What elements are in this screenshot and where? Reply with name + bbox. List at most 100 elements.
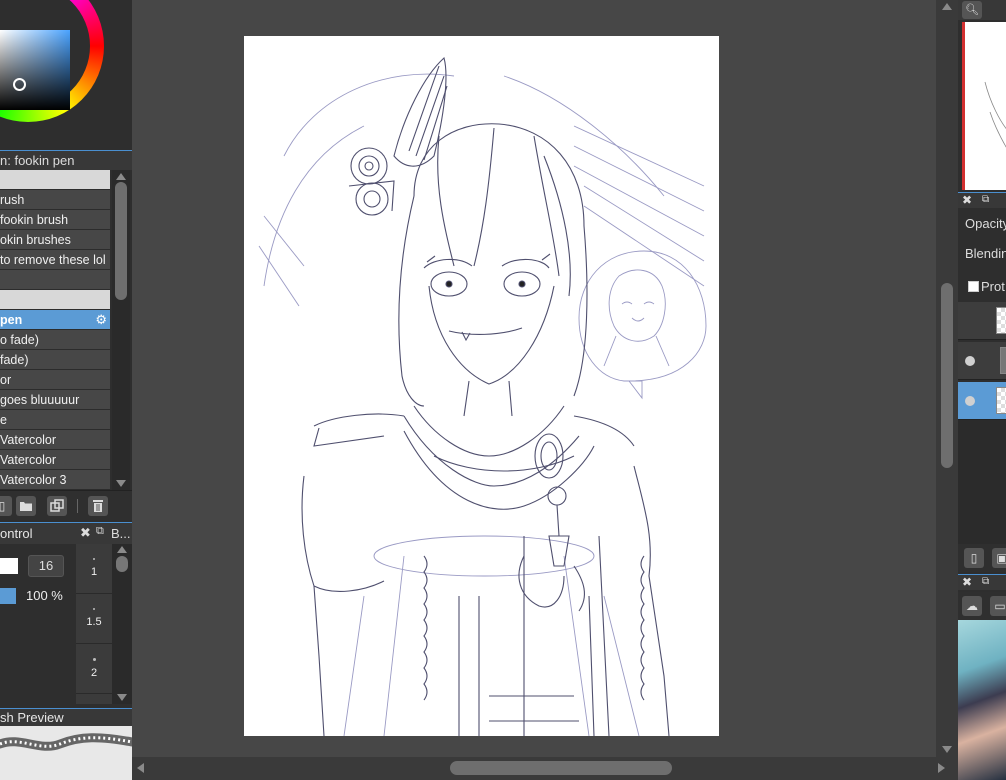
brush-toolbar: ▯ (0, 490, 132, 520)
layer-options-icon[interactable]: ▣ (992, 548, 1006, 568)
right-panel: 🔍︎ ✖ ⧉ Opacity Blendin Prot ▯ ▣ ✖ ⧉ ☁ ▭ (958, 0, 1006, 780)
layer-blending-label: Blendin (965, 246, 1006, 261)
scroll-up-arrow[interactable] (116, 173, 126, 180)
scroll-left-arrow[interactable] (137, 763, 144, 773)
brush-size-item[interactable]: 1.5 (76, 594, 112, 644)
brush-size-input[interactable]: 16 (28, 555, 64, 577)
close-icon[interactable]: ✖ (962, 575, 972, 589)
cloud-download-icon[interactable]: ☁ (962, 596, 982, 616)
trash-icon[interactable] (88, 496, 108, 516)
color-picker-cursor[interactable] (13, 78, 26, 91)
scroll-down-arrow[interactable] (942, 746, 952, 753)
brush-item-label: pen (0, 313, 23, 327)
brush-item[interactable]: Vatercolor (0, 450, 110, 470)
folder-icon[interactable] (16, 496, 36, 516)
scroll-thumb[interactable] (115, 182, 127, 300)
brush-list-scrollbar[interactable] (112, 170, 130, 490)
scroll-thumb[interactable] (116, 556, 128, 572)
layer-opacity-label: Opacity (965, 216, 1006, 231)
sketch-artwork (258, 56, 707, 736)
brush-size-label: 1 (90, 566, 98, 578)
navigator-preview[interactable] (962, 22, 1006, 190)
layer-panel-header: ✖ ⧉ (958, 192, 1006, 208)
toolbar-divider (77, 499, 78, 513)
color-wheel-panel (0, 0, 132, 150)
brush-item-label: to remove these lol (0, 253, 106, 267)
brush-list: rush fookin brush okin brushes to remove t… (0, 170, 110, 490)
brush-item[interactable]: rush (0, 190, 110, 210)
brush-set-title: n: fookin pen (0, 150, 132, 170)
scroll-down-arrow[interactable] (116, 480, 126, 487)
left-panel: n: fookin pen rush fookin brush okin brus… (0, 0, 132, 780)
popout-icon[interactable]: ⧉ (982, 194, 989, 205)
brush-size-label: 2 (90, 667, 98, 679)
brush-group-header[interactable] (0, 170, 110, 190)
brush-item-label: okin brushes (0, 233, 71, 247)
layer-row[interactable] (958, 342, 1006, 380)
brush-item[interactable]: e (0, 410, 110, 430)
popout-icon[interactable]: ⧉ (96, 525, 104, 538)
layer-row[interactable] (958, 302, 1006, 340)
brush-size-label: 1.5 (86, 616, 102, 628)
layer-toolbar: ▯ ▣ (958, 544, 1006, 572)
brush-preview (0, 726, 132, 780)
canvas-vertical-scrollbar[interactable] (936, 0, 958, 757)
brush-item-label: fade) (0, 353, 29, 367)
close-icon[interactable]: ✖ (962, 193, 972, 207)
brush-item[interactable]: fookin brush (0, 210, 110, 230)
brush-item-label: fookin brush (0, 213, 69, 227)
opacity-value[interactable]: 100 % (26, 588, 63, 603)
scroll-down-arrow[interactable] (117, 694, 127, 701)
layer-list-empty-area (958, 420, 1006, 544)
duplicate-icon[interactable] (47, 496, 67, 516)
brush-size-list: 1 1.5 2 (76, 544, 112, 704)
brush-size-panel-title: B... (111, 526, 131, 541)
brush-item[interactable]: or (0, 370, 110, 390)
brush-size-item[interactable]: 2 (76, 644, 112, 694)
brush-item[interactable]: to remove these lol (0, 250, 110, 270)
brush-item[interactable]: o fade) (0, 330, 110, 350)
close-icon[interactable]: ✖ (80, 525, 91, 541)
visibility-icon[interactable] (965, 356, 975, 366)
brush-group-header[interactable] (0, 290, 110, 310)
reference-image-preview (958, 620, 1006, 780)
brush-item[interactable] (0, 270, 110, 290)
new-layer-icon[interactable]: ▯ (964, 548, 984, 568)
brush-size-item[interactable]: 1 (76, 544, 112, 594)
drawing-canvas[interactable] (244, 36, 719, 736)
brush-item[interactable]: okin brushes (0, 230, 110, 250)
protect-alpha-label: Prot (981, 279, 1005, 294)
scroll-up-arrow[interactable] (117, 546, 127, 553)
material-toolbar: ☁ ▭ (958, 592, 1006, 620)
canvas-area[interactable] (132, 0, 958, 780)
scroll-up-arrow[interactable] (942, 3, 952, 10)
popout-icon[interactable]: ⧉ (982, 576, 989, 587)
scroll-thumb[interactable] (941, 283, 953, 468)
zoom-icon[interactable]: 🔍︎ (962, 1, 982, 19)
brush-item-label: Vatercolor 3 (0, 473, 67, 487)
visibility-icon[interactable] (965, 396, 975, 406)
scroll-right-arrow[interactable] (938, 763, 945, 773)
brush-control-panel: 16 100 % (0, 544, 76, 704)
gear-icon[interactable]: ⚙ (95, 310, 107, 330)
layer-thumbnail (996, 307, 1006, 334)
saturation-value-square[interactable] (0, 30, 70, 110)
brush-item-label: rush (0, 193, 25, 207)
scroll-thumb[interactable] (450, 761, 672, 775)
folder-icon[interactable]: ▭ (990, 596, 1006, 616)
navigator-header: 🔍︎ (958, 0, 1006, 20)
brush-item-selected[interactable]: pen ⚙ (0, 310, 110, 330)
brush-item[interactable]: Vatercolor (0, 430, 110, 450)
brush-size-scrollbar[interactable] (112, 544, 132, 704)
layer-row-selected[interactable] (958, 382, 1006, 420)
brush-item[interactable]: Vatercolor 3 (0, 470, 110, 490)
new-brush-button[interactable]: ▯ (0, 496, 12, 516)
brush-item-label: or (0, 373, 12, 387)
canvas-horizontal-scrollbar[interactable] (132, 757, 958, 780)
brush-item[interactable]: goes bluuuuur (0, 390, 110, 410)
brush-item[interactable]: fade) (0, 350, 110, 370)
brush-size-panel-header: ✖ ⧉ B... (76, 522, 132, 544)
material-panel-header: ✖ ⧉ (958, 574, 1006, 590)
protect-alpha-checkbox[interactable] (968, 281, 979, 292)
brush-item-label: Vatercolor (0, 433, 57, 447)
